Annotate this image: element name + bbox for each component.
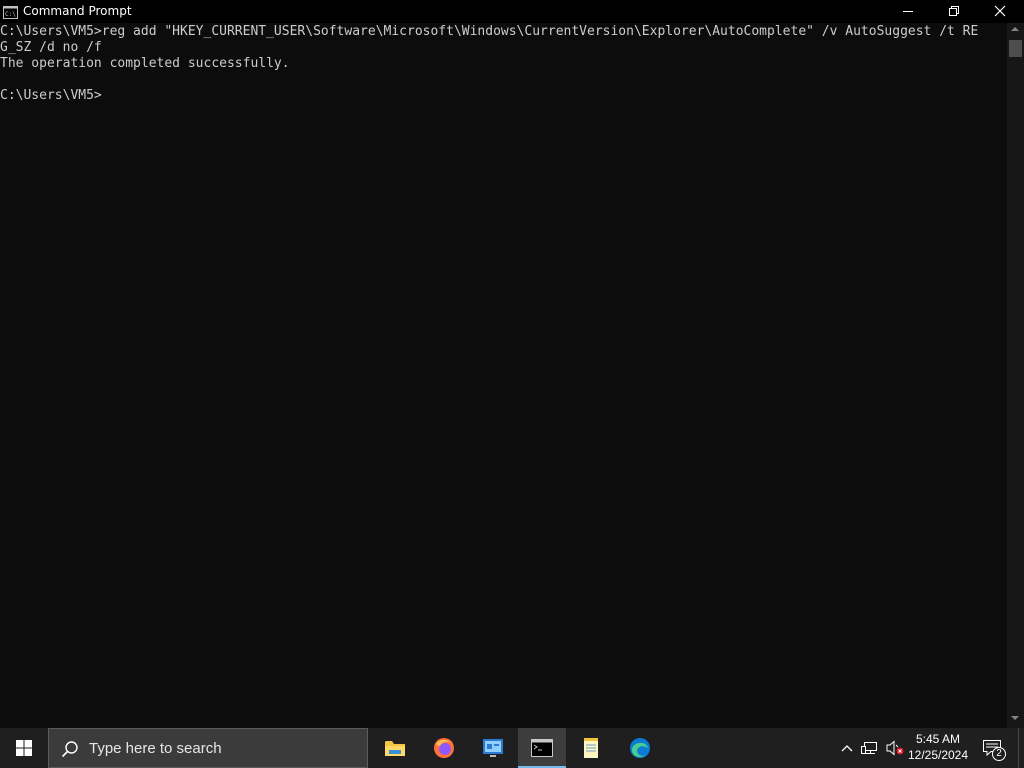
network-status-button[interactable] xyxy=(860,728,882,768)
folder-icon xyxy=(383,736,407,760)
svg-text:C:\: C:\ xyxy=(5,11,16,18)
control-panel-icon xyxy=(481,736,505,760)
system-clock[interactable]: 5:45 AM 12/25/2024 xyxy=(904,731,972,763)
restore-button[interactable] xyxy=(931,0,977,23)
firefox-icon xyxy=(432,736,456,760)
command-prompt-icon: C:\ xyxy=(3,4,18,19)
taskbar-app-edge[interactable] xyxy=(616,728,664,768)
console-output[interactable]: C:\Users\VM5>reg add "HKEY_CURRENT_USER\… xyxy=(0,24,1006,728)
clock-date: 12/25/2024 xyxy=(907,748,969,762)
taskbar-app-file-explorer[interactable] xyxy=(371,728,419,768)
taskbar: Type here to search 5:45 AM 12/25/2024 2 xyxy=(0,728,1024,768)
console-line: The operation completed successfully. xyxy=(0,56,290,71)
notification-count-badge: 2 xyxy=(992,747,1006,761)
show-desktop-button[interactable] xyxy=(1018,728,1024,768)
scrollbar-thumb[interactable] xyxy=(1009,40,1022,57)
taskbar-app-firefox[interactable] xyxy=(420,728,468,768)
show-hidden-icons-button[interactable] xyxy=(838,728,856,768)
taskbar-app-command-prompt[interactable] xyxy=(518,728,566,768)
taskbar-app-control-panel[interactable] xyxy=(469,728,517,768)
notepad-icon xyxy=(579,736,603,760)
taskbar-app-notepad[interactable] xyxy=(567,728,615,768)
console-line: G_SZ /d no /f xyxy=(0,40,102,55)
close-button[interactable] xyxy=(977,0,1023,23)
taskbar-search-box[interactable]: Type here to search xyxy=(48,728,368,768)
scroll-up-arrow-icon[interactable] xyxy=(1011,27,1019,31)
start-button[interactable] xyxy=(0,728,48,768)
edge-icon xyxy=(628,736,652,760)
console-prompt-line: C:\Users\VM5> xyxy=(0,88,102,103)
search-placeholder: Type here to search xyxy=(89,740,222,757)
clock-time: 5:45 AM xyxy=(915,732,961,746)
volume-button[interactable] xyxy=(884,728,906,768)
scroll-down-arrow-icon[interactable] xyxy=(1011,716,1019,720)
window-title: Command Prompt xyxy=(23,4,132,18)
command-prompt-window: C:\ Command Prompt C:\Users\VM5>reg add … xyxy=(0,0,1024,728)
vertical-scrollbar[interactable] xyxy=(1007,23,1024,728)
minimize-button[interactable] xyxy=(885,0,931,23)
console-line: C:\Users\VM5>reg add "HKEY_CURRENT_USER\… xyxy=(0,24,979,39)
terminal-icon xyxy=(530,736,554,760)
title-bar[interactable]: C:\ Command Prompt xyxy=(0,0,1024,23)
